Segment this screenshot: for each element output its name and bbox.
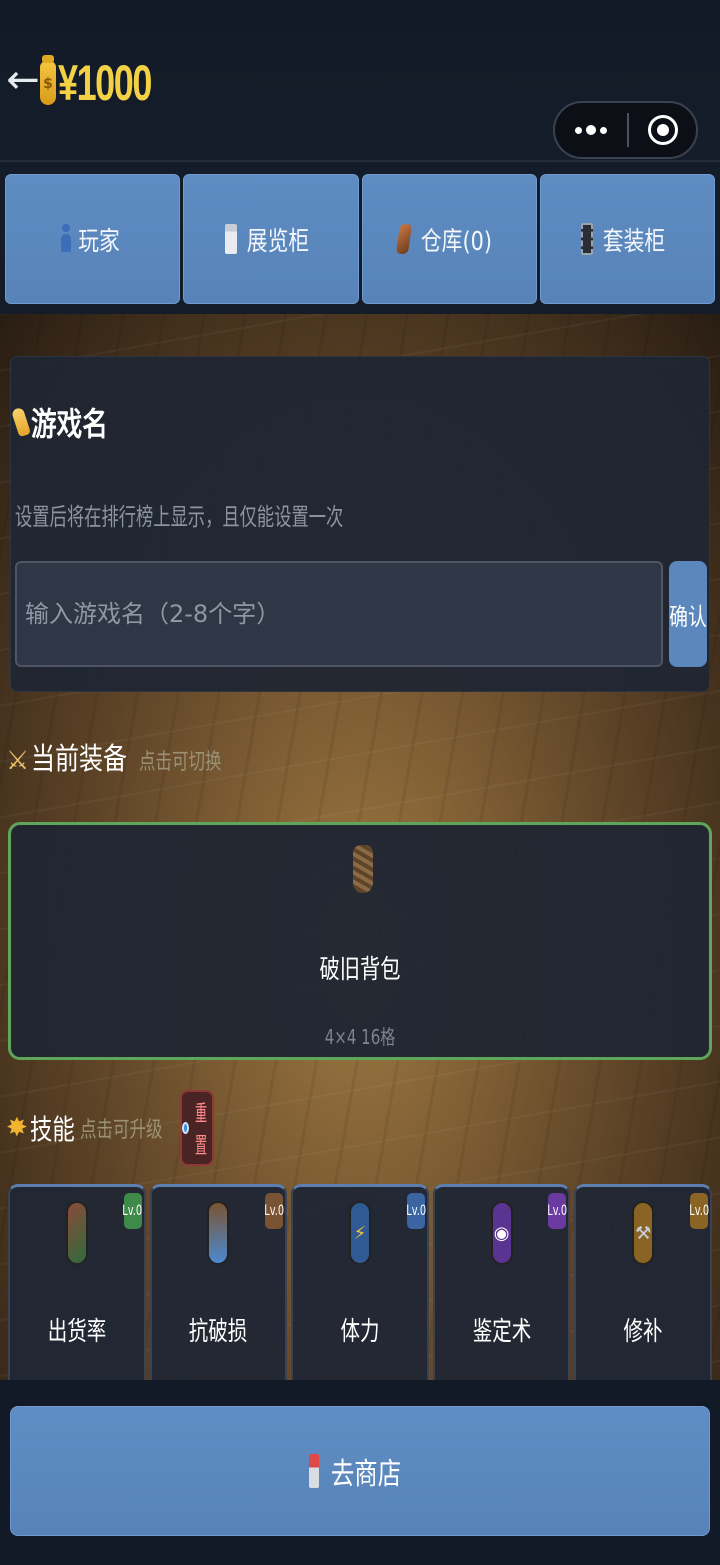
bank-icon — [224, 224, 237, 254]
skills-list: Lv.0 出货率 Lv.0 抗破损 Lv.0 ⚡ 体力 Lv.0 ◉ 鉴定术 L… — [8, 1184, 712, 1380]
shield-icon — [207, 1201, 230, 1265]
star-icon: ✸ — [6, 1113, 28, 1143]
top-bar: ← ¥1000 — [0, 0, 720, 162]
confirm-button[interactable]: 确认 — [669, 561, 707, 667]
money-value: ¥1000 — [58, 55, 152, 111]
tab-label: 展览柜 — [246, 226, 310, 257]
current-equipment-card[interactable]: 破旧背包 4×4 16格 — [8, 822, 712, 1060]
shop-label: 去商店 — [330, 1457, 402, 1492]
skill-level-badge: Lv.0 — [406, 1193, 426, 1229]
skill-name: 出货率 — [47, 1317, 107, 1347]
skills-title: 技能 — [29, 1113, 75, 1146]
skill-card-repair[interactable]: Lv.0 ⚒ 修补 — [574, 1184, 712, 1380]
skill-level-badge: Lv.0 — [123, 1193, 143, 1229]
skill-level-badge: Lv.0 — [547, 1193, 567, 1229]
tag-icon — [10, 406, 32, 438]
skill-name: 修补 — [623, 1317, 663, 1347]
game-name-title: 游戏名 — [10, 399, 127, 445]
film-icon — [581, 223, 594, 255]
tab-player[interactable]: 玩家 — [5, 174, 181, 304]
back-button[interactable]: ← — [6, 56, 40, 104]
game-name-input[interactable] — [15, 561, 663, 667]
gem-icon — [395, 224, 412, 254]
wrench-icon: ⚒ — [632, 1201, 655, 1265]
money-bag-icon — [40, 55, 56, 105]
game-name-hint: 设置后将在排行榜上显示，且仅能设置一次 — [15, 503, 344, 531]
equipment-capacity: 4×4 16格 — [324, 1025, 396, 1049]
skill-name: 体力 — [340, 1317, 380, 1347]
more-dots-icon — [575, 126, 582, 134]
bottom-bar: 去商店 — [0, 1380, 720, 1565]
skill-name: 鉴定术 — [472, 1317, 531, 1347]
refresh-icon — [181, 1122, 189, 1134]
tab-warehouse[interactable]: 仓库(0) — [361, 174, 537, 304]
skill-name: 抗破损 — [189, 1317, 248, 1347]
go-to-shop-button[interactable]: 去商店 — [10, 1406, 710, 1536]
skill-card-drop-rate[interactable]: Lv.0 出货率 — [8, 1184, 146, 1380]
crossed-swords-icon: ⚔ — [6, 746, 30, 776]
equipment-subtitle: 点击可切换 — [139, 750, 222, 775]
section-title: 游戏名 — [31, 405, 108, 443]
backpack-icon — [353, 845, 373, 893]
shop-icon — [309, 1454, 319, 1488]
mini-program-capsule — [553, 101, 698, 159]
skills-heading: ✸ 技能 点击可升级 重置 — [6, 1090, 214, 1166]
skill-card-stamina[interactable]: Lv.0 ⚡ 体力 — [291, 1184, 429, 1380]
tab-bar: 玩家 展览柜 仓库(0) 套装柜 — [0, 162, 720, 314]
skills-subtitle: 点击可升级 — [79, 1118, 163, 1143]
target-circle-icon — [647, 115, 678, 145]
tab-suit-cabinet[interactable]: 套装柜 — [539, 174, 715, 304]
tab-label: 套装柜 — [603, 226, 666, 257]
equipment-title: 当前装备 — [31, 742, 128, 777]
confirm-label: 确认 — [669, 603, 707, 631]
magnifier-icon: ◉ — [490, 1201, 513, 1265]
skill-level-badge: Lv.0 — [689, 1193, 709, 1229]
money-display: ¥1000 — [40, 48, 187, 118]
card-icon — [65, 1201, 88, 1265]
reset-label: 重置 — [194, 1102, 207, 1159]
skill-card-damage-resist[interactable]: Lv.0 抗破损 — [149, 1184, 288, 1380]
close-mini-program-button[interactable] — [629, 115, 696, 145]
tab-showcase[interactable]: 展览柜 — [183, 174, 359, 304]
game-name-card: 游戏名 设置后将在排行榜上显示，且仅能设置一次 确认 — [10, 356, 710, 692]
tab-label: 玩家 — [77, 226, 120, 257]
arrow-left-icon: ← — [6, 57, 40, 103]
reset-skills-button[interactable]: 重置 — [179, 1090, 214, 1166]
skill-card-appraisal[interactable]: Lv.0 ◉ 鉴定术 — [432, 1184, 571, 1380]
player-panel: 游戏名 设置后将在排行榜上显示，且仅能设置一次 确认 ⚔ 当前装备 点击可切换 … — [0, 314, 720, 1380]
tab-label: 仓库(0) — [420, 226, 492, 257]
lightning-icon: ⚡ — [348, 1201, 371, 1265]
skill-level-badge: Lv.0 — [264, 1193, 284, 1229]
more-button[interactable] — [555, 103, 627, 157]
equipment-heading: ⚔ 当前装备 点击可切换 — [6, 734, 249, 778]
person-icon — [60, 224, 71, 254]
equipment-name: 破旧背包 — [319, 955, 401, 985]
